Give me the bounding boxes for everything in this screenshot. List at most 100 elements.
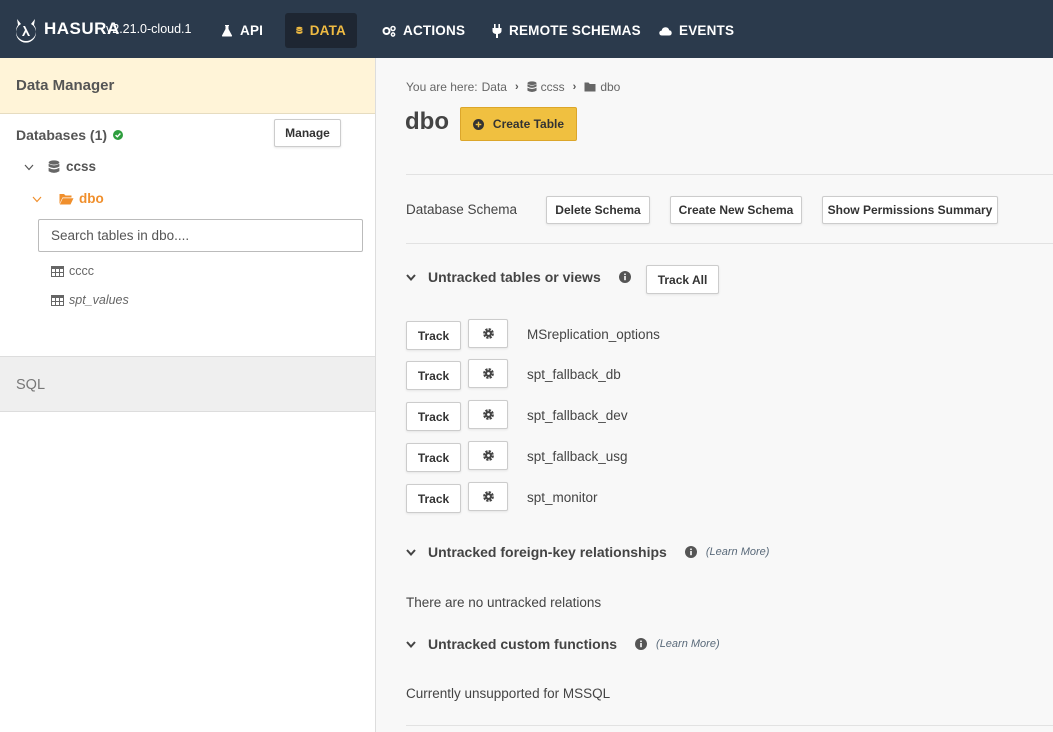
gear-icon — [482, 368, 494, 379]
plus-circle-icon — [472, 118, 484, 130]
nav-remote-schemas-label: REMOTE SCHEMAS — [509, 23, 641, 38]
status-ok-icon — [113, 130, 124, 140]
database-icon — [296, 26, 303, 34]
database-schema-label: Database Schema — [406, 202, 518, 217]
delete-schema-button[interactable]: Delete Schema — [546, 196, 650, 224]
nav-events-label: EVENTS — [679, 23, 735, 38]
untracked-tables-title: Untracked tables or views — [428, 269, 601, 285]
breadcrumb-separator: › — [514, 81, 519, 93]
track-button[interactable]: Track — [406, 443, 461, 472]
nav-actions[interactable]: ACTIONS — [371, 13, 476, 48]
chevron-down-icon[interactable] — [406, 547, 416, 557]
table-settings-button[interactable] — [468, 359, 508, 388]
breadcrumb-prefix: You are here: — [406, 80, 478, 94]
flask-icon — [221, 25, 233, 37]
untracked-functions-heading[interactable]: Untracked custom functions (Learn More) — [406, 636, 720, 652]
chevron-down-icon[interactable] — [406, 639, 416, 649]
untracked-table-name: MSreplication_options — [527, 327, 660, 342]
sidebar-table-item[interactable]: cccc — [51, 264, 94, 278]
databases-heading: Databases (1) — [16, 127, 124, 143]
breadcrumb-schema: dbo — [600, 80, 621, 94]
sidebar-title: Data Manager — [16, 77, 115, 94]
gear-icon — [482, 409, 494, 420]
divider — [406, 174, 1053, 175]
folder-icon — [584, 82, 596, 92]
schema-name: dbo — [79, 191, 104, 206]
cloud-icon — [659, 26, 672, 35]
untracked-table-name: spt_monitor — [527, 490, 598, 505]
table-icon — [51, 265, 64, 277]
plug-icon — [492, 23, 502, 38]
divider — [406, 243, 1053, 244]
nav-events[interactable]: EVENTS — [648, 13, 745, 48]
create-new-schema-button[interactable]: Create New Schema — [670, 196, 802, 224]
untracked-functions-title: Untracked custom functions — [428, 636, 618, 652]
sidebar-item-schema[interactable]: dbo — [32, 191, 104, 206]
sidebar-item-sql[interactable]: SQL — [0, 356, 375, 412]
track-button[interactable]: Track — [406, 402, 461, 431]
page-title: dbo — [405, 108, 449, 135]
track-all-button[interactable]: Track All — [646, 265, 719, 294]
track-button[interactable]: Track — [406, 361, 461, 390]
chevron-down-icon[interactable] — [406, 272, 416, 282]
gear-icon — [482, 491, 494, 502]
sidebar-item-database[interactable]: ccss — [24, 159, 96, 174]
create-table-button[interactable]: Create Table — [460, 107, 577, 141]
info-icon[interactable] — [618, 271, 631, 283]
sql-label: SQL — [16, 377, 46, 393]
info-icon[interactable] — [684, 546, 697, 558]
sidebar-table-item[interactable]: spt_values — [51, 293, 129, 307]
untracked-functions-message: Currently unsupported for MSSQL — [406, 686, 611, 701]
top-navbar: HASURA v2.21.0-cloud.1 API DATA ACTIONS … — [0, 0, 1053, 58]
breadcrumb-data[interactable]: Data — [482, 80, 507, 94]
learn-more-link[interactable]: (Learn More) — [656, 638, 720, 650]
chevron-down-icon[interactable] — [32, 194, 42, 204]
databases-label: Databases (1) — [16, 127, 108, 143]
divider — [406, 725, 1053, 726]
nav-remote-schemas[interactable]: REMOTE SCHEMAS — [481, 13, 652, 48]
nav-actions-label: ACTIONS — [403, 23, 466, 38]
database-name: ccss — [66, 159, 97, 174]
table-icon — [51, 294, 64, 306]
chevron-down-icon[interactable] — [24, 162, 34, 172]
gear-icon — [482, 450, 494, 461]
table-settings-button[interactable] — [468, 441, 508, 470]
untracked-relationships-title: Untracked foreign-key relationships — [428, 544, 667, 560]
learn-more-link[interactable]: (Learn More) — [706, 546, 770, 558]
main-content: You are here: Data › ccss › dbo dbo Crea… — [376, 58, 1053, 732]
breadcrumb-database[interactable]: ccss — [541, 80, 565, 94]
breadcrumb: You are here: Data › ccss › dbo — [406, 80, 620, 94]
table-name: cccc — [69, 264, 94, 278]
table-settings-button[interactable] — [468, 482, 508, 511]
version-label: v2.21.0-cloud.1 — [106, 22, 192, 36]
track-button[interactable]: Track — [406, 321, 461, 350]
show-permissions-summary-button[interactable]: Show Permissions Summary — [822, 196, 998, 224]
gear-icon — [482, 328, 494, 339]
hasura-logo[interactable]: HASURA — [12, 15, 120, 43]
create-table-label: Create Table — [492, 117, 565, 131]
search-tables-input[interactable] — [38, 219, 363, 252]
database-icon — [48, 159, 60, 173]
info-icon[interactable] — [635, 638, 648, 650]
untracked-relations-message: There are no untracked relations — [406, 595, 602, 610]
database-icon — [527, 81, 537, 92]
nav-api-label: API — [240, 23, 264, 38]
untracked-table-name: spt_fallback_dev — [527, 408, 628, 423]
sidebar-header[interactable]: Data Manager — [0, 58, 375, 114]
manage-button[interactable]: Manage — [274, 119, 341, 147]
table-settings-button[interactable] — [468, 319, 508, 348]
untracked-table-name: spt_fallback_usg — [527, 449, 628, 464]
table-settings-button[interactable] — [468, 400, 508, 429]
data-manager-sidebar: Data Manager Databases (1) Manage ccss d… — [0, 58, 376, 732]
nav-data[interactable]: DATA — [285, 13, 357, 48]
table-name: spt_values — [69, 293, 129, 307]
nav-api[interactable]: API — [210, 13, 274, 48]
untracked-relationships-heading[interactable]: Untracked foreign-key relationships (Lea… — [406, 544, 769, 560]
track-button[interactable]: Track — [406, 484, 461, 513]
gears-icon — [382, 25, 396, 37]
untracked-table-name: spt_fallback_db — [527, 367, 621, 382]
untracked-tables-heading[interactable]: Untracked tables or views — [406, 269, 631, 285]
hasura-logo-icon — [16, 19, 36, 43]
folder-open-icon — [59, 193, 74, 204]
breadcrumb-separator: › — [572, 81, 577, 93]
